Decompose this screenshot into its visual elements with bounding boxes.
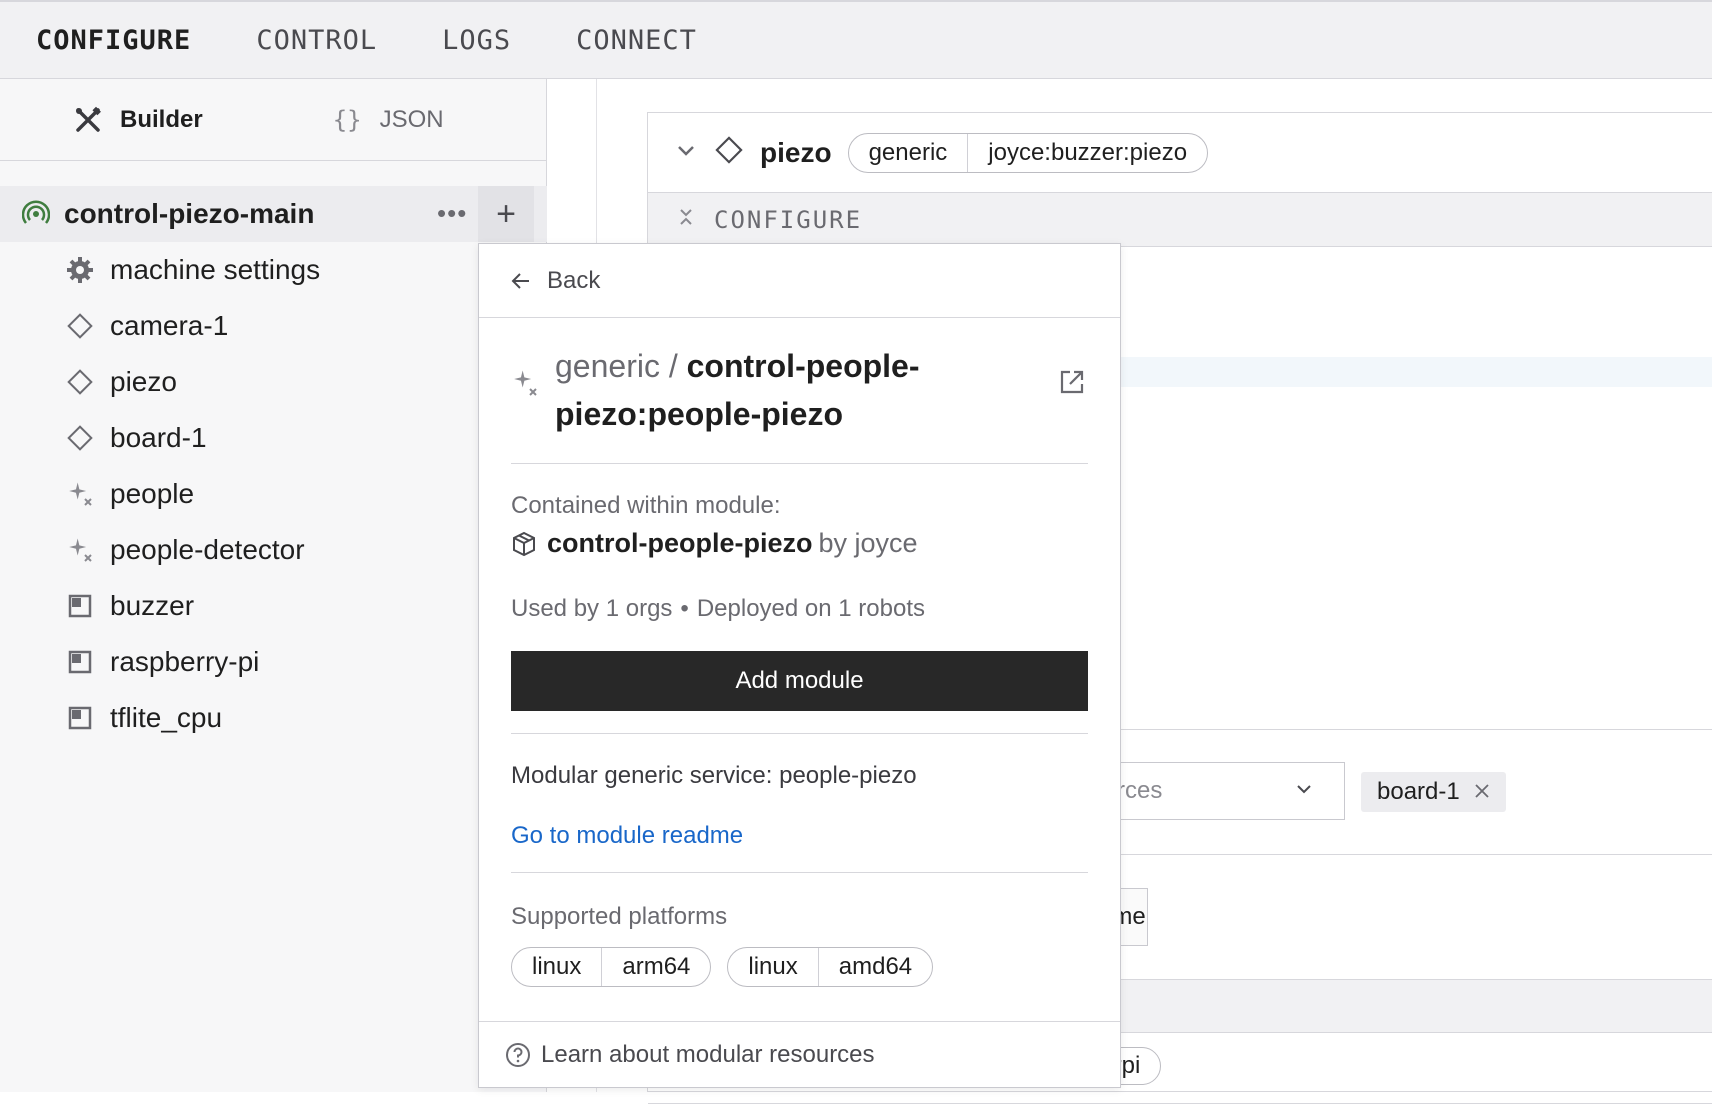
configure-section-header[interactable]: CONFIGURE (648, 193, 1712, 247)
sidebar-item-label: people-detector (110, 534, 305, 565)
chevron-down-icon[interactable] (676, 140, 696, 166)
contained-label: Contained within module: (511, 492, 781, 519)
tab-logs[interactable]: LOGS (442, 25, 511, 56)
help-circle-icon (506, 1042, 530, 1067)
more-options-icon[interactable]: ••• (437, 198, 467, 229)
back-label: Back (547, 266, 601, 294)
external-link-icon[interactable] (1058, 368, 1086, 401)
sidebar-item-label: piezo (110, 366, 177, 397)
sparkle-icon (66, 480, 94, 508)
module-line: control-people-piezo by joyce (511, 528, 1088, 559)
module-readme-link[interactable]: Go to module readme (511, 822, 1088, 850)
sidebar-item-buzzer[interactable]: buzzer (0, 578, 547, 634)
sidebar-item-tflite-cpu[interactable]: tflite_cpu (0, 690, 547, 746)
dependency-chip: board-1 (1361, 772, 1506, 812)
platforms-list: linux arm64 linux amd64 (511, 947, 1088, 987)
resource-namespace: generic / (555, 348, 678, 384)
sidebar-item-label: board-1 (110, 422, 207, 453)
module-description: Modular generic service: people-piezo (511, 762, 917, 789)
close-icon[interactable] (1474, 779, 1490, 805)
divider (511, 872, 1088, 873)
package-icon (513, 531, 535, 556)
learn-label: Learn about modular resources (541, 1040, 875, 1068)
chip-label: board-1 (1377, 778, 1460, 805)
sidebar-item-raspberry-pi[interactable]: raspberry-pi (0, 634, 547, 690)
sidebar-item-label: camera-1 (110, 310, 229, 341)
diamond-icon (714, 135, 744, 170)
back-button[interactable]: Back (479, 244, 1120, 318)
module-author: by joyce (818, 528, 918, 558)
module-square-icon (66, 704, 94, 732)
sidebar-item-board-1[interactable]: board-1 (0, 410, 547, 466)
sparkle-icon (66, 536, 94, 564)
resource-tree: machine settings camera-1 piezo board-1 … (0, 242, 547, 746)
platform-pill: linux amd64 (727, 947, 934, 987)
resource-title-block: generic / control-people-piezo:people-pi… (511, 318, 1088, 464)
sidebar-item-label: buzzer (110, 590, 195, 621)
configure-label: CONFIGURE (714, 205, 863, 234)
used-by: Used by 1 orgs (511, 595, 673, 622)
component-name: piezo (760, 136, 832, 168)
mode-switcher: Builder {} JSON (0, 79, 546, 161)
machine-row[interactable]: control-piezo-main ••• + (0, 186, 547, 242)
model-name: joyce:buzzer:piezo (967, 133, 1207, 172)
online-status-icon (22, 200, 50, 224)
machine-name: control-piezo-main (64, 198, 315, 229)
sidebar: Builder {} JSON control-piezo-main ••• +… (0, 79, 547, 1092)
chevron-down-icon (1294, 779, 1314, 805)
json-mode-button[interactable]: {} JSON (333, 106, 444, 134)
diamond-icon (66, 368, 94, 396)
platforms-label: Supported platforms (511, 903, 728, 930)
resource-title: generic / control-people-piezo:people-pi… (555, 342, 975, 438)
sidebar-item-people-detector[interactable]: people-detector (0, 522, 547, 578)
diamond-icon (66, 424, 94, 452)
api-type: generic (868, 138, 948, 166)
sidebar-item-piezo[interactable]: piezo (0, 354, 547, 410)
module-square-icon (66, 648, 94, 676)
add-resource-button[interactable]: + (478, 186, 534, 242)
module-info: Contained within module: control-people-… (511, 464, 1088, 711)
module-stats: Used by 1 orgs • Deployed on 1 robots (511, 595, 1088, 623)
add-module-button[interactable]: Add module (511, 651, 1088, 711)
tab-configure[interactable]: CONFIGURE (36, 25, 191, 56)
platform-os: linux (748, 953, 798, 980)
api-model-pill: generic joyce:buzzer:piezo (847, 132, 1209, 173)
learn-modular-link[interactable]: Learn about modular resources (479, 1021, 1120, 1087)
sidebar-item-people[interactable]: people (0, 466, 547, 522)
json-label: JSON (379, 105, 444, 133)
platform-arch: arm64 (601, 948, 710, 986)
module-square-icon (66, 592, 94, 620)
platform-os: linux (532, 953, 582, 980)
braces-icon: {} (332, 105, 362, 134)
tools-icon (76, 106, 101, 132)
divider (511, 733, 1088, 734)
sidebar-item-label: people (110, 478, 195, 509)
collapse-icon[interactable] (678, 207, 694, 232)
sidebar-item-camera-1[interactable]: camera-1 (0, 298, 547, 354)
sidebar-item-machine-settings[interactable]: machine settings (0, 242, 547, 298)
top-nav: CONFIGURE CONTROL LOGS CONNECT (0, 0, 1712, 79)
sidebar-item-label: tflite_cpu (110, 702, 223, 733)
sidebar-item-label: raspberry-pi (110, 646, 260, 677)
builder-label: Builder (120, 105, 203, 133)
platform-pill: linux arm64 (511, 947, 712, 987)
diamond-icon (66, 312, 94, 340)
card-header[interactable]: piezo generic joyce:buzzer:piezo (648, 113, 1712, 193)
module-name: control-people-piezo (547, 528, 813, 558)
builder-mode-button[interactable]: Builder (74, 106, 203, 134)
deployed-on: Deployed on 1 robots (696, 595, 925, 622)
sidebar-item-label: machine settings (110, 254, 321, 285)
sparkle-icon (511, 368, 539, 403)
tab-control[interactable]: CONTROL (256, 25, 377, 56)
tab-connect[interactable]: CONNECT (576, 25, 697, 56)
platform-arch: amd64 (817, 948, 932, 986)
stats-separator: • (680, 595, 689, 622)
module-details-popup: Back generic / control-people-piezo:peop… (478, 243, 1121, 1088)
arrow-left-icon (511, 272, 529, 289)
gear-icon (66, 256, 94, 284)
